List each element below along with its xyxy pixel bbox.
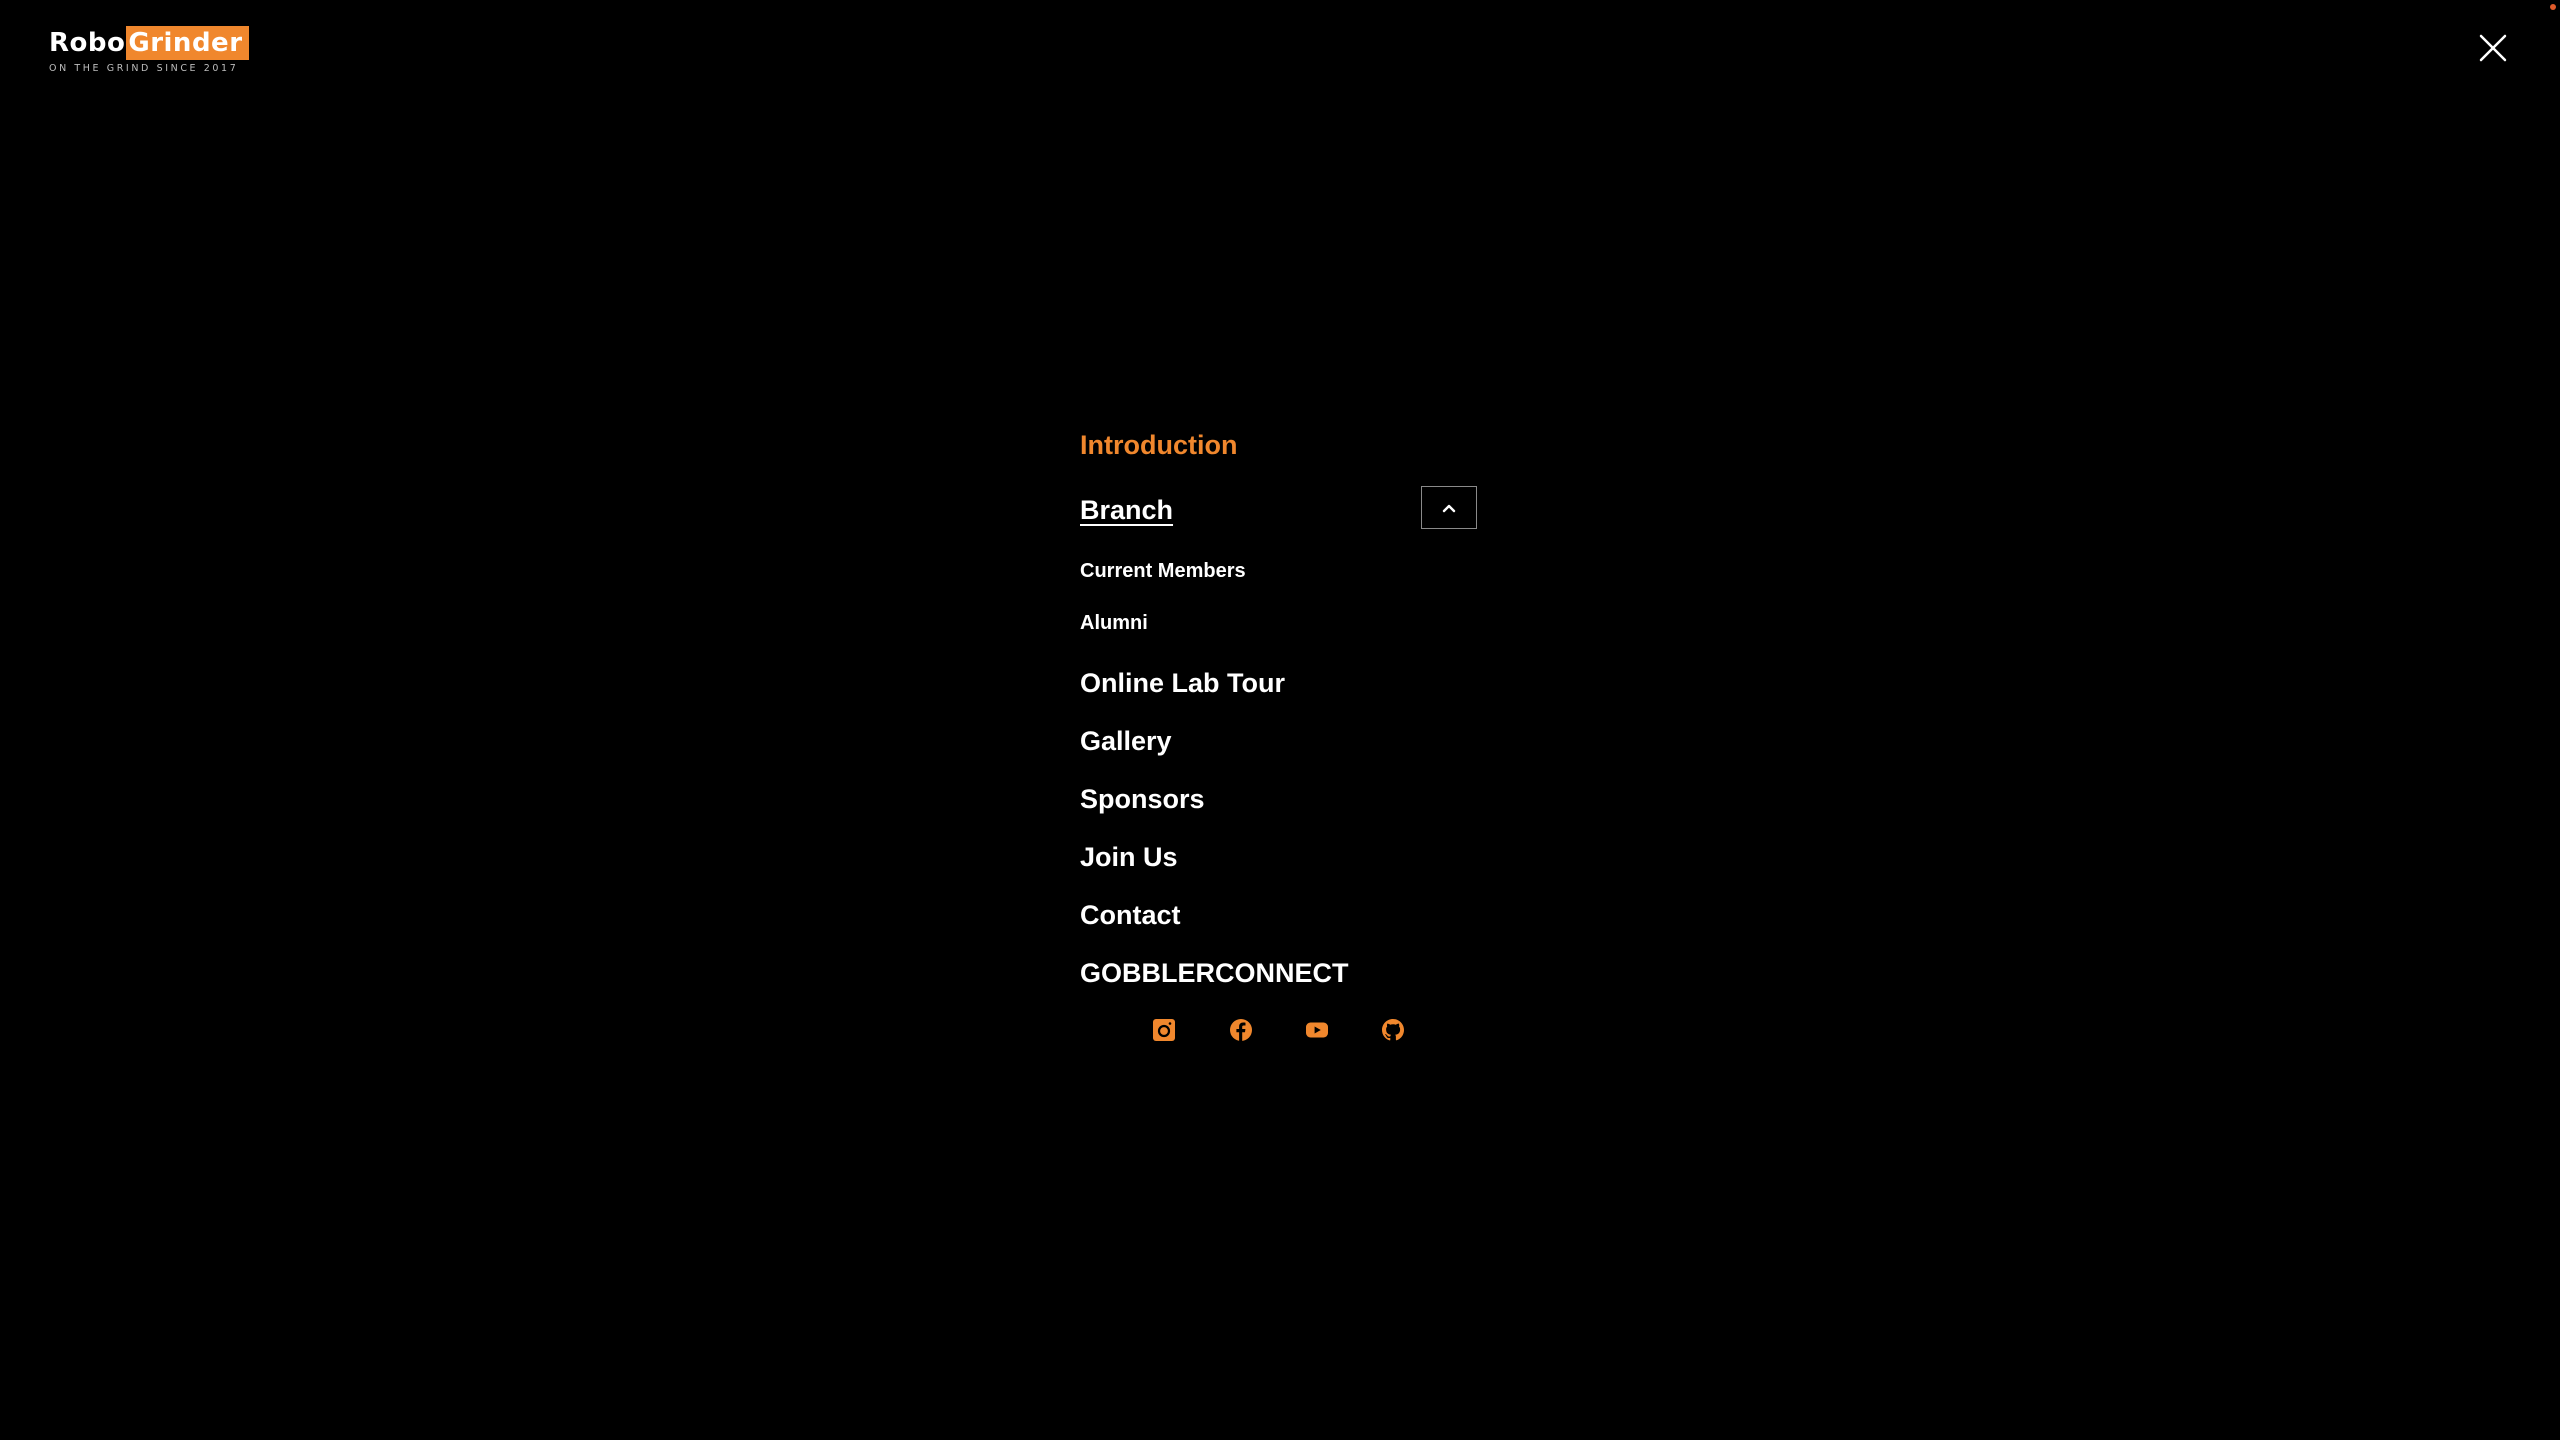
- logo-robo-text: Robo: [49, 28, 126, 58]
- menu-rest-group: Online Lab Tour Gallery Sponsors Join Us…: [1080, 654, 1480, 1002]
- instagram-icon: [1153, 1019, 1175, 1041]
- main-menu: Introduction Branch Current Members Alum…: [1080, 425, 1480, 1002]
- menu-overlay: Robo Grinder ON THE GRIND SINCE 2017 Intr…: [0, 0, 2560, 1440]
- logo-grinder-text: Grinder: [126, 26, 249, 60]
- close-icon: [2479, 34, 2507, 62]
- submenu-item-alumni[interactable]: Alumni: [1080, 597, 1480, 649]
- menu-item-branch-row: Branch: [1080, 483, 1480, 525]
- chevron-up-icon: [1442, 504, 1456, 512]
- youtube-icon: [1306, 1022, 1328, 1038]
- github-link[interactable]: [1381, 1018, 1405, 1042]
- facebook-link[interactable]: [1229, 1018, 1253, 1042]
- github-icon: [1382, 1019, 1404, 1041]
- menu-item-introduction[interactable]: Introduction: [1080, 425, 1480, 483]
- corner-indicator: [2550, 4, 2556, 10]
- branch-submenu-toggle[interactable]: [1421, 486, 1477, 529]
- site-logo[interactable]: Robo Grinder ON THE GRIND SINCE 2017: [49, 26, 249, 74]
- menu-item-online-lab-tour[interactable]: Online Lab Tour: [1080, 654, 1480, 712]
- menu-item-contact[interactable]: Contact: [1080, 886, 1480, 944]
- instagram-link[interactable]: [1152, 1018, 1176, 1042]
- branch-submenu: Current Members Alumni: [1080, 545, 1480, 649]
- logo-tagline: ON THE GRIND SINCE 2017: [49, 63, 239, 74]
- submenu-item-current-members[interactable]: Current Members: [1080, 545, 1480, 597]
- menu-item-join-us[interactable]: Join Us: [1080, 828, 1480, 886]
- menu-item-gallery[interactable]: Gallery: [1080, 712, 1480, 770]
- close-menu-button[interactable]: [2477, 32, 2509, 64]
- facebook-icon: [1230, 1019, 1252, 1041]
- youtube-link[interactable]: [1305, 1018, 1329, 1042]
- logo-wordmark: Robo Grinder: [49, 26, 249, 60]
- menu-item-gobblerconnect[interactable]: GOBBLERCONNECT: [1080, 944, 1480, 1002]
- menu-item-branch[interactable]: Branch: [1080, 495, 1173, 525]
- menu-item-sponsors[interactable]: Sponsors: [1080, 770, 1480, 828]
